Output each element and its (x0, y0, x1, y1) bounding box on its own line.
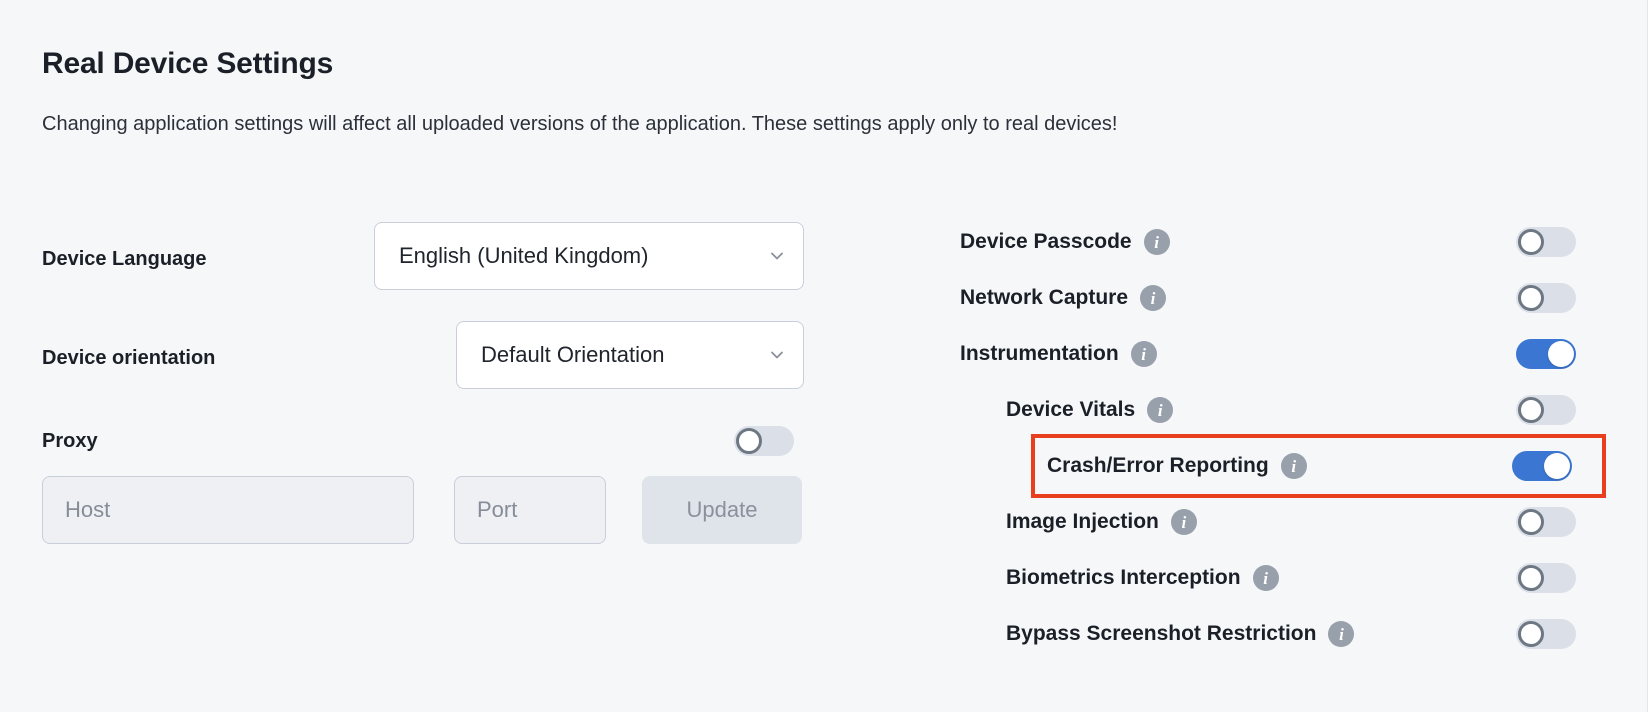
toggle-row: Crash/Error Reporting i (1031, 434, 1606, 498)
settings-left-column: Device Language English (United Kingdom)… (42, 214, 842, 544)
device-orientation-label: Device orientation (42, 347, 216, 369)
info-icon[interactable]: i (1328, 621, 1355, 647)
feature-toggle[interactable] (1516, 283, 1576, 313)
toggle-row-inner: Device Passcode i (960, 214, 1620, 270)
proxy-toggle[interactable] (734, 426, 794, 456)
device-language-value: English (United Kingdom) (399, 243, 649, 268)
toggle-knob (1518, 621, 1544, 647)
proxy-inputs: Update (42, 476, 802, 544)
feature-toggle[interactable] (1512, 451, 1572, 481)
device-language-select[interactable]: English (United Kingdom) (374, 222, 804, 290)
toggle-row: Biometrics Interception i (960, 550, 1620, 606)
info-icon[interactable]: i (1140, 285, 1167, 311)
toggle-knob (1518, 565, 1544, 591)
device-orientation-row: Device orientation Default Orientation (42, 313, 842, 412)
toggle-row-inner: Network Capture i (960, 270, 1620, 326)
page-title: Real Device Settings (42, 47, 334, 80)
toggle-knob (1544, 453, 1570, 479)
toggle-label: Instrumentation (960, 342, 1119, 365)
toggle-label: Crash/Error Reporting (1047, 454, 1269, 477)
toggle-row: Bypass Screenshot Restriction i (960, 606, 1620, 662)
feature-toggle[interactable] (1516, 227, 1576, 257)
toggle-label: Image Injection (1006, 510, 1159, 533)
toggle-knob (1518, 397, 1544, 423)
proxy-update-button[interactable]: Update (642, 476, 802, 544)
info-icon[interactable]: i (1130, 341, 1157, 367)
toggle-label: Bypass Screenshot Restriction (1006, 622, 1317, 645)
toggle-knob (1518, 285, 1544, 311)
toggle-knob (1548, 341, 1574, 367)
toggle-row: Image Injection i (960, 494, 1620, 550)
toggle-knob (1518, 509, 1544, 535)
device-language-row: Device Language English (United Kingdom) (42, 214, 842, 313)
feature-toggle-list: Device Passcode i Network Capture i Instrume… (960, 214, 1620, 662)
proxy-port-input[interactable] (454, 476, 606, 544)
toggle-label: Biometrics Interception (1006, 566, 1241, 589)
toggle-label: Device Vitals (1006, 398, 1136, 421)
info-icon[interactable]: i (1147, 397, 1174, 423)
device-orientation-value: Default Orientation (481, 342, 665, 367)
toggle-row: Device Passcode i (960, 214, 1620, 270)
info-icon[interactable]: i (1143, 229, 1170, 255)
chevron-down-icon (769, 248, 785, 264)
proxy-toggle-wrapper (734, 426, 838, 456)
feature-toggle[interactable] (1516, 339, 1576, 369)
toggle-row-inner: Instrumentation i (960, 326, 1620, 382)
device-language-label: Device Language (42, 248, 207, 270)
toggle-row: Instrumentation i (960, 326, 1620, 382)
info-icon[interactable]: i (1170, 509, 1197, 535)
toggle-row-inner: Image Injection i (960, 494, 1620, 550)
toggle-row: Network Capture i (960, 270, 1620, 326)
proxy-host-input[interactable] (42, 476, 414, 544)
device-orientation-select[interactable]: Default Orientation (456, 321, 804, 389)
feature-toggle[interactable] (1516, 395, 1576, 425)
proxy-label: Proxy (42, 430, 98, 452)
feature-toggle[interactable] (1516, 563, 1576, 593)
feature-toggle[interactable] (1516, 507, 1576, 537)
toggle-row-inner: Bypass Screenshot Restriction i (960, 606, 1620, 662)
toggle-label: Network Capture (960, 286, 1129, 309)
chevron-down-icon (769, 347, 785, 363)
toggle-row: Device Vitals i (960, 382, 1620, 438)
toggle-label: Device Passcode (960, 230, 1132, 253)
info-icon[interactable]: i (1252, 565, 1279, 591)
feature-toggle[interactable] (1516, 619, 1576, 649)
page-subtitle: Changing application settings will affec… (42, 113, 1118, 135)
info-icon[interactable]: i (1280, 453, 1307, 479)
toggle-row-inner: Biometrics Interception i (960, 550, 1620, 606)
toggle-row-inner: Crash/Error Reporting i (1035, 438, 1602, 494)
real-device-settings-page: Real Device Settings Changing applicatio… (0, 0, 1648, 712)
toggle-row-inner: Device Vitals i (960, 382, 1620, 438)
toggle-knob (736, 428, 762, 454)
toggle-knob (1518, 229, 1544, 255)
